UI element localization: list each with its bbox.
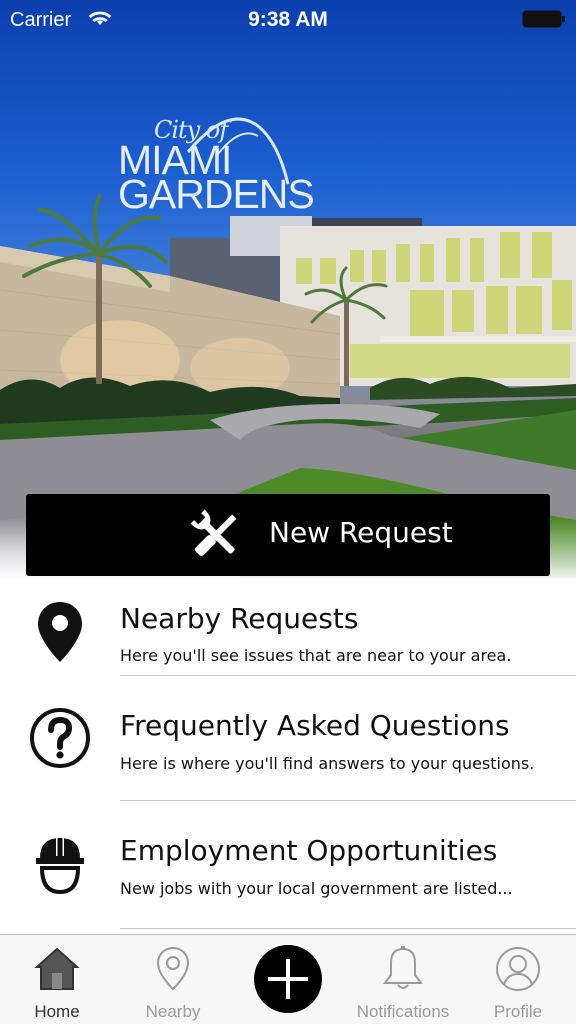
new-request-button[interactable]: New Request <box>26 494 550 576</box>
menu-item-faq[interactable]: Frequently Asked Questions Here is where… <box>0 682 576 792</box>
logo-gardens: GARDENS <box>118 171 315 217</box>
divider <box>120 675 576 676</box>
tab-profile[interactable]: Profile <box>462 935 574 1024</box>
bell-icon <box>383 946 423 989</box>
home-icon <box>34 947 80 990</box>
plus-icon <box>268 959 308 999</box>
hero-banner: Carrier 9:38 AM City of MIAMI GARDENS Ne… <box>0 0 576 578</box>
divider <box>120 800 576 801</box>
tab-nearby[interactable]: Nearby <box>116 935 230 1024</box>
tab-home[interactable]: Home <box>0 935 114 1024</box>
tab-label: Nearby <box>145 1002 201 1021</box>
menu-item-nearby-requests[interactable]: Nearby Requests Here you'll see issues t… <box>0 578 576 688</box>
map-pin-icon <box>38 602 82 662</box>
tab-label: Notifications <box>356 1002 450 1021</box>
wrench-screwdriver-icon <box>190 509 237 557</box>
hard-hat-worker-icon <box>36 836 84 895</box>
new-request-label: New Request <box>269 516 453 549</box>
menu-item-title: Frequently Asked Questions <box>120 709 510 742</box>
tab-bar: Home Nearby Notifications Profile <box>0 934 576 1024</box>
question-circle-icon <box>30 708 90 768</box>
divider <box>120 928 576 929</box>
city-logo: City of MIAMI GARDENS <box>118 112 328 222</box>
menu-item-description: New jobs with your local government are … <box>120 879 513 898</box>
tab-notifications[interactable]: Notifications <box>346 935 460 1024</box>
menu-item-description: Here is where you'll find answers to you… <box>120 754 535 773</box>
map-pin-outline-icon <box>156 946 190 991</box>
menu-item-title: Nearby Requests <box>120 602 359 635</box>
tab-label: Profile <box>493 1002 543 1021</box>
battery-icon <box>522 10 565 28</box>
menu-item-description: Here you'll see issues that are near to … <box>120 646 512 665</box>
add-request-button[interactable] <box>254 945 322 1013</box>
user-circle-icon <box>496 947 540 991</box>
status-bar: Carrier 9:38 AM <box>0 0 576 40</box>
tab-label: Home <box>34 1002 80 1021</box>
city-hall-photo <box>0 194 576 578</box>
clock: 9:38 AM <box>248 8 328 31</box>
menu-item-title: Employment Opportunities <box>120 834 498 867</box>
menu-item-employment[interactable]: Employment Opportunities New jobs with y… <box>0 808 576 918</box>
